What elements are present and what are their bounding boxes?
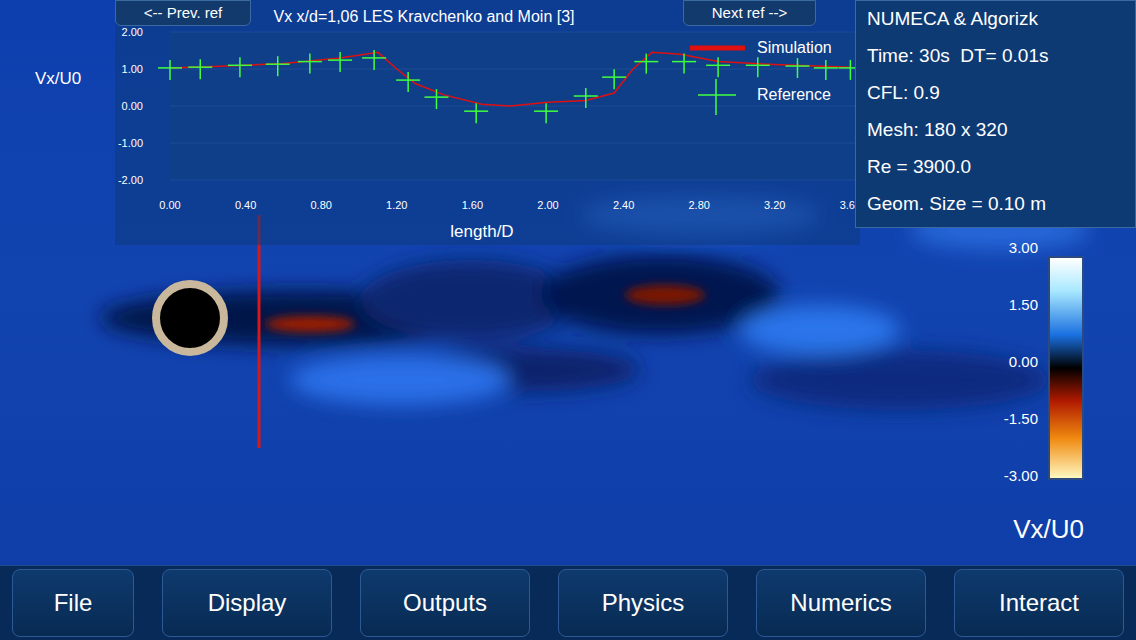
reference-marker-icon [814, 60, 838, 80]
plot-area [170, 32, 860, 180]
info-line: Mesh: 180 x 320 [867, 118, 1124, 142]
menu-bar: File Display Outputs Physics Numerics Interac… [0, 565, 1136, 640]
reference-marker-icon [188, 59, 212, 79]
menu-button[interactable]: File [12, 569, 134, 637]
x-tick-label: 0.40 [235, 199, 256, 211]
y-tick-label: -2.00 [118, 174, 143, 186]
info-title: NUMECA & Algorizk [867, 7, 1124, 31]
x-tick-label: 3.20 [764, 199, 785, 211]
reference-marker-icon [574, 88, 598, 108]
reference-marker-icon [602, 69, 626, 89]
reference-marker-icon [424, 89, 448, 109]
info-line: Re = 3900.0 [867, 155, 1124, 179]
reference-marker-icon [228, 57, 252, 77]
probe-line[interactable] [258, 215, 261, 448]
legend-item: Simulation [690, 39, 832, 56]
info-line: Time: 30s DT= 0.01s [867, 44, 1124, 68]
x-tick-label: 2.40 [613, 199, 634, 211]
cylinder-icon [156, 284, 224, 352]
x-tick-label: 2.00 [537, 199, 558, 211]
menu-button[interactable]: Numerics [756, 569, 926, 637]
reference-marker-icon [746, 57, 770, 77]
info-line: CFL: 0.9 [867, 81, 1124, 105]
chart-title: Vx x/d=1,06 LES Kravchenko and Moin [3] [273, 8, 574, 25]
info-panel: NUMECA & Algorizk Time: 30s DT= 0.01s CFL:… [855, 0, 1136, 228]
y-tick-label: 0.00 [122, 100, 143, 112]
colorbar-scale [1048, 256, 1084, 480]
x-tick-label: 2.80 [688, 199, 709, 211]
viewport: 2.00 1.00 0.00 -1.00 -2.00 0.00 0.40 0.80 1.20 1.… [0, 0, 1136, 565]
colorbar: 3.00 1.50 0.00 -1.50 -3.00 Vx/U0 [996, 238, 1084, 544]
colorbar-tick: -3.00 [996, 466, 1038, 486]
x-tick-label: 1.60 [462, 199, 483, 211]
app: 2.00 1.00 0.00 -1.00 -2.00 0.00 0.40 0.80 1.20 1.… [0, 0, 1136, 640]
y-tick-label: -1.00 [118, 137, 143, 149]
colorbar-tick: 3.00 [996, 238, 1038, 258]
colorbar-tick: 1.50 [996, 295, 1038, 315]
y-tick-label: 1.00 [122, 63, 143, 75]
reference-marker-icon [672, 54, 696, 74]
x-tick-label: 1.20 [386, 199, 407, 211]
menu-button[interactable]: Physics [558, 569, 728, 637]
reference-marker-icon [266, 56, 290, 76]
reference-marker-icon [534, 103, 558, 123]
svg-text:Reference: Reference [757, 86, 831, 103]
reference-markers [158, 50, 862, 123]
x-axis-label: length/D [450, 222, 513, 241]
colorbar-tick: 0.00 [996, 352, 1038, 372]
legend-item: Reference [698, 79, 831, 115]
reference-marker-icon [328, 52, 352, 72]
reference-marker-icon [785, 58, 809, 78]
x-tick-label: 0.00 [159, 199, 180, 211]
menu-button[interactable]: Display [162, 569, 332, 637]
colorbar-tick: -1.50 [996, 409, 1038, 429]
y-axis-label: Vx/U0 [35, 69, 81, 88]
y-tick-label: 2.00 [122, 26, 143, 38]
menu-button[interactable]: Outputs [360, 569, 530, 637]
menu-button[interactable]: Interact [954, 569, 1124, 637]
simulation-line [170, 52, 850, 106]
reference-marker-icon [362, 50, 386, 70]
colorbar-label: Vx/U0 [1013, 514, 1084, 544]
x-tick-label: 0.80 [310, 199, 331, 211]
reference-marker-icon [464, 103, 488, 123]
reference-marker-icon [634, 54, 658, 74]
svg-text:Simulation: Simulation [757, 39, 832, 56]
profile-chart: 2.00 1.00 0.00 -1.00 -2.00 0.00 0.40 0.80 1.20 1.… [0, 0, 870, 245]
reference-marker-icon [298, 54, 322, 74]
reference-marker-icon [706, 57, 730, 77]
prev-ref-button[interactable]: <-- Prev. ref [115, 0, 251, 26]
info-line: Geom. Size = 0.10 m [867, 192, 1124, 216]
reference-marker-icon [396, 72, 420, 92]
reference-marker-icon [158, 60, 182, 80]
next-ref-button[interactable]: Next ref --> [683, 0, 816, 26]
